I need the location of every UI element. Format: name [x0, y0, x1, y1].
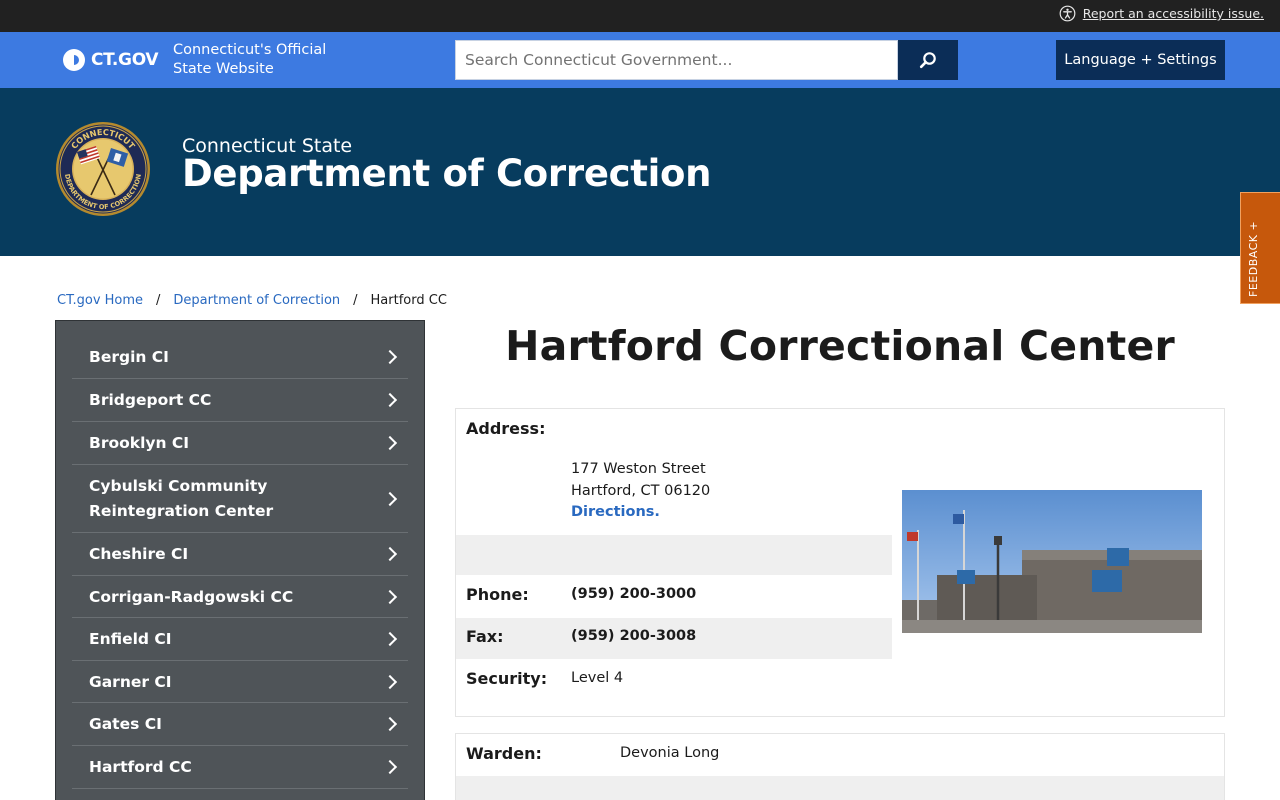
ct-gov-header: CT.GOV Connecticut's Official State Webs…: [0, 32, 1280, 88]
sidenav-item-label: Gates CI: [89, 715, 162, 733]
sidenav-item-enfield-ci[interactable]: Enfield CI: [72, 618, 408, 661]
chevron-right-icon: [382, 491, 398, 506]
sidenav-item-brooklyn-ci[interactable]: Brooklyn CI: [72, 422, 408, 465]
facility-sidenav: Bergin CI Bridgeport CC Brooklyn CI Cybu…: [55, 320, 425, 800]
warden-value: Devonia Long: [620, 745, 720, 761]
language-settings-button[interactable]: Language + Settings: [1056, 40, 1225, 80]
chevron-right-icon: [382, 349, 398, 365]
department-seal-logo[interactable]: CONNECTICUT DEPARTMENT OF CORRECTION: [55, 121, 151, 217]
sidenav-item-gates-ci[interactable]: Gates CI: [72, 703, 408, 746]
sidenav-item-corrigan-radgowski-cc[interactable]: Corrigan-Radgowski CC: [72, 576, 408, 618]
phone-label: Phone:: [466, 585, 529, 604]
breadcrumb-department[interactable]: Department of Correction: [173, 293, 340, 308]
sidenav-item-label: Hartford CC: [89, 758, 192, 776]
security-label: Security:: [466, 669, 548, 688]
breadcrumb-separator: /: [353, 293, 358, 308]
ct-gov-logo-icon: [63, 49, 85, 71]
address-line-2: Hartford, CT 06120: [571, 483, 711, 499]
accessibility-report-label: Report an accessibility issue.: [1082, 6, 1264, 21]
sidenav-item-hartford-cc[interactable]: Hartford CC: [72, 746, 408, 789]
tagline-line-2: State Website: [173, 61, 274, 77]
facility-info-card: Address: 177 Weston Street Hartford, CT …: [455, 408, 1225, 717]
security-value: Level 4: [571, 670, 624, 686]
address-line-1: 177 Weston Street: [571, 461, 706, 477]
chevron-right-icon: [382, 716, 398, 732]
utility-bar: Report an accessibility issue.: [0, 0, 1280, 32]
page-title: Hartford Correctional Center: [505, 322, 1175, 370]
breadcrumb-current: Hartford CC: [370, 293, 447, 308]
magnifier-icon: [919, 52, 936, 69]
phone-value[interactable]: (959) 200-3000: [571, 586, 696, 602]
chevron-right-icon: [382, 546, 398, 562]
chevron-right-icon: [382, 759, 398, 775]
sidenav-item-label: Bridgeport CC: [89, 391, 212, 409]
search-button[interactable]: [898, 40, 958, 80]
tagline-line-1: Connecticut's Official: [173, 42, 327, 58]
breadcrumb: CT.gov Home / Department of Correction /…: [57, 293, 447, 308]
fax-label: Fax:: [466, 627, 504, 646]
warden-card: Warden: Devonia Long: [455, 733, 1225, 800]
agency-banner: CONNECTICUT DEPARTMENT OF CORRECTION Con…: [0, 88, 1280, 256]
feedback-label: FEEDBACK +: [1247, 220, 1260, 297]
facility-list: Bergin CI Bridgeport CC Brooklyn CI Cybu…: [72, 336, 408, 789]
sidenav-item-label: Cheshire CI: [89, 545, 189, 563]
feedback-tab[interactable]: FEEDBACK +: [1240, 192, 1280, 304]
ct-gov-logo[interactable]: CT.GOV: [63, 49, 159, 71]
ct-gov-tagline: Connecticut's Official State Website: [173, 41, 326, 79]
sidenav-item-label: Enfield CI: [89, 630, 172, 648]
row-stripe: [456, 776, 1224, 800]
chevron-right-icon: [382, 392, 398, 408]
chevron-right-icon: [382, 674, 398, 689]
sidenav-item-cheshire-ci[interactable]: Cheshire CI: [72, 533, 408, 576]
directions-link[interactable]: Directions.: [571, 504, 660, 520]
sidenav-item-label: Bergin CI: [89, 348, 169, 366]
agency-title[interactable]: Department of Correction: [182, 152, 711, 195]
address-label: Address:: [466, 419, 546, 438]
search-input[interactable]: [455, 40, 898, 80]
breadcrumb-ct-home[interactable]: CT.gov Home: [57, 293, 143, 308]
warden-label: Warden:: [466, 744, 542, 763]
sidenav-item-garner-ci[interactable]: Garner CI: [72, 661, 408, 703]
sidenav-item-label: Garner CI: [89, 672, 172, 691]
chevron-right-icon: [382, 435, 398, 451]
chevron-right-icon: [382, 631, 398, 647]
fax-value: (959) 200-3008: [571, 628, 697, 644]
sidenav-item-label: Cybulski Community Reintegration Center: [89, 476, 274, 520]
ct-gov-logo-text: CT.GOV: [91, 50, 159, 70]
row-stripe: [456, 535, 892, 575]
accessibility-icon: [1059, 5, 1076, 22]
chevron-right-icon: [382, 589, 398, 604]
sidenav-item-bridgeport-cc[interactable]: Bridgeport CC: [72, 379, 408, 422]
breadcrumb-separator: /: [156, 293, 161, 308]
sidenav-item-label: Corrigan-Radgowski CC: [89, 587, 294, 606]
facility-photo: [902, 490, 1202, 633]
accessibility-report-link[interactable]: Report an accessibility issue.: [1059, 5, 1264, 22]
sidenav-item-label: Brooklyn CI: [89, 434, 190, 452]
sidenav-item-cybulski[interactable]: Cybulski Community Reintegration Center: [72, 465, 408, 533]
sidenav-item-bergin-ci[interactable]: Bergin CI: [72, 336, 408, 379]
